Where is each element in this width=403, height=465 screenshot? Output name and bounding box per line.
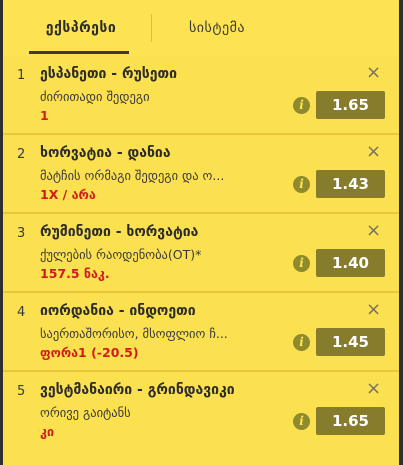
bet-number: 5 [17,384,26,399]
remove-bet-close-icon[interactable]: × [366,141,381,162]
bet-teams: რუმინეთი - ხორვატია [40,224,199,240]
remove-bet-close-icon[interactable]: × [366,62,381,83]
bet-item: 4 იორდანია - ინდოეთი საერთაშორისო, მსოფლ… [3,293,399,370]
bet-market: საერთაშორისო, მსოფლიო ჩ... [40,326,228,341]
bet-number: 1 [17,68,26,83]
bet-market: ორივე გაიტანს [40,405,131,420]
info-icon[interactable]: i [293,97,310,114]
info-icon[interactable]: i [293,413,310,430]
active-tab-indicator [29,51,129,54]
bet-item: 3 რუმინეთი - ხორვატია ქულების რაოდენობა(… [3,214,399,291]
bet-teams: იორდანია - ინდოეთი [40,303,196,319]
remove-bet-close-icon[interactable]: × [366,378,381,399]
info-icon[interactable]: i [293,334,310,351]
info-icon[interactable]: i [293,176,310,193]
bet-item: 2 ხორვატია - დანია მატჩის ორმაგი შედეგი … [3,135,399,212]
bet-number: 2 [17,147,26,162]
bet-number: 3 [17,226,26,241]
window-frame-right [399,0,403,465]
bet-market: მატჩის ორმაგი შედეგი და ო... [40,168,225,183]
bet-pick: 157.5 ნაკ. [40,266,110,281]
info-icon[interactable]: i [293,255,310,272]
tab-system[interactable]: სისტემა [179,0,255,54]
bet-pick: 1X / არა [40,187,96,202]
odds-button[interactable]: 1.65 [316,91,385,119]
betslip-list: 1 ესპანეთი - რუსეთი ძირითადი შედეგი 1 × … [3,56,399,465]
bet-teams: ხორვატია - დანია [40,145,171,161]
bet-teams: ესპანეთი - რუსეთი [40,66,177,82]
tab-divider [151,14,152,42]
odds-button[interactable]: 1.40 [316,249,385,277]
remove-bet-close-icon[interactable]: × [366,220,381,241]
bet-pick: 1 [40,108,49,123]
bet-item: 5 ვესტმანაირი - გრინდავიკი ორივე გაიტანს… [3,372,399,449]
bet-number: 4 [17,305,26,320]
bet-teams: ვესტმანაირი - გრინდავიკი [40,382,235,398]
odds-button[interactable]: 1.45 [316,328,385,356]
odds-button[interactable]: 1.43 [316,170,385,198]
bet-type-tabs: ექსპრესი სისტემა [3,0,399,56]
bet-market: ქულების რაოდენობა(OT)* [40,247,202,262]
bet-pick: ფორა1 (-20.5) [40,345,139,360]
bet-market: ძირითადი შედეგი [40,89,150,104]
remove-bet-close-icon[interactable]: × [366,299,381,320]
bet-item: 1 ესპანეთი - რუსეთი ძირითადი შედეგი 1 × … [3,56,399,133]
bet-pick: კი [40,424,54,439]
odds-button[interactable]: 1.65 [316,407,385,435]
tab-express[interactable]: ექსპრესი [33,0,129,54]
